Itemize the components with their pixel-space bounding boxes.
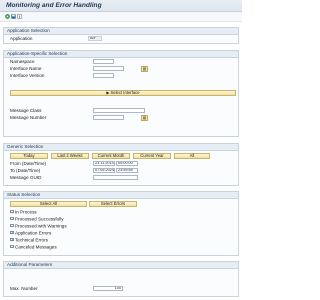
title-bar: Monitoring and Error Handling: [0, 0, 242, 12]
namespace-label: Namespace: [10, 59, 35, 64]
save-variant-icon[interactable]: [11, 14, 16, 19]
application-label: Application: [10, 36, 33, 41]
application-toolbar: [0, 12, 242, 22]
period-last-2-weeks-button[interactable]: Last 2 Weeks: [51, 153, 89, 159]
to-time-field[interactable]: 23:59:59: [116, 168, 138, 173]
interface-name-label: Interface Name: [10, 66, 42, 71]
page-title: Monitoring and Error Handling: [6, 2, 102, 9]
additional-parameters-section: Additional Parameters Max. Number 100: [3, 261, 239, 297]
message-class-label: Message Class: [10, 108, 42, 113]
message-number-label: Message Number: [10, 115, 47, 120]
period-current-year-button[interactable]: Current Year: [133, 153, 171, 159]
status-option-processed-successfully[interactable]: Processed Successfully: [10, 216, 64, 221]
select-interface-button[interactable]: ▶Select Interface: [10, 90, 236, 96]
select-all-button[interactable]: Select All: [10, 201, 87, 207]
section-heading: Additional Parameters: [4, 262, 238, 269]
from-date-field[interactable]: 23.11.2014: [93, 161, 115, 166]
select-errors-button[interactable]: Select Errors: [89, 201, 137, 207]
checkbox[interactable]: [10, 223, 14, 228]
message-guid-label: Message GUID: [10, 175, 42, 180]
interface-version-field[interactable]: [93, 73, 114, 78]
checkbox[interactable]: [10, 216, 14, 221]
max-number-field[interactable]: 100: [93, 286, 123, 291]
section-heading: Application Selection: [4, 28, 238, 35]
section-heading: Generic Selection: [4, 144, 238, 151]
status-option-application-errors[interactable]: ✓Application Errors: [10, 230, 51, 235]
period-current-month-button[interactable]: Current Month: [92, 153, 130, 159]
checkbox-checked[interactable]: ✓: [10, 237, 14, 241]
period-today-button[interactable]: Today: [10, 153, 48, 159]
to-datetime-label: To (Date/Time): [10, 168, 41, 173]
application-selection-section: Application Selection Application AIF: [3, 27, 239, 44]
value-help-icon[interactable]: ▦: [141, 114, 148, 121]
interface-name-field[interactable]: [93, 66, 124, 71]
value-help-icon[interactable]: ▦: [141, 65, 148, 72]
status-selection-section: Status Selection Select All Select Error…: [3, 191, 239, 256]
message-class-field[interactable]: [93, 108, 145, 113]
status-option-processed-with-warnings[interactable]: Processed with Warnings: [10, 223, 67, 228]
status-option-canceled-messages[interactable]: Canceled Messages: [10, 244, 57, 249]
from-datetime-label: From (Date/Time): [10, 161, 47, 166]
checkbox[interactable]: [10, 244, 14, 249]
max-number-label: Max. Number: [10, 286, 38, 291]
application-field[interactable]: AIF: [88, 36, 102, 41]
status-option-technical-errors[interactable]: ✓Technical Errors: [10, 237, 48, 242]
generic-selection-section: Generic Selection Today Last 2 Weeks Cur…: [3, 143, 239, 186]
status-option-in-process[interactable]: In Process: [10, 209, 37, 214]
checkbox[interactable]: [10, 209, 14, 214]
namespace-field[interactable]: [93, 59, 114, 64]
application-specific-section: Application-Specific Selection Namespace…: [3, 50, 239, 137]
checkbox-checked[interactable]: ✓: [10, 230, 14, 234]
message-guid-field[interactable]: [93, 175, 138, 180]
period-all-button[interactable]: All: [174, 153, 210, 159]
section-heading: Application-Specific Selection: [4, 51, 238, 58]
execute-icon[interactable]: [5, 14, 10, 19]
message-number-field[interactable]: [93, 115, 124, 120]
section-heading: Status Selection: [4, 192, 238, 199]
interface-version-label: Interface Version: [10, 73, 45, 78]
to-date-field[interactable]: 07.05.2024: [93, 168, 115, 173]
from-time-field[interactable]: 00:00:00: [116, 161, 138, 166]
info-icon[interactable]: [17, 14, 22, 19]
